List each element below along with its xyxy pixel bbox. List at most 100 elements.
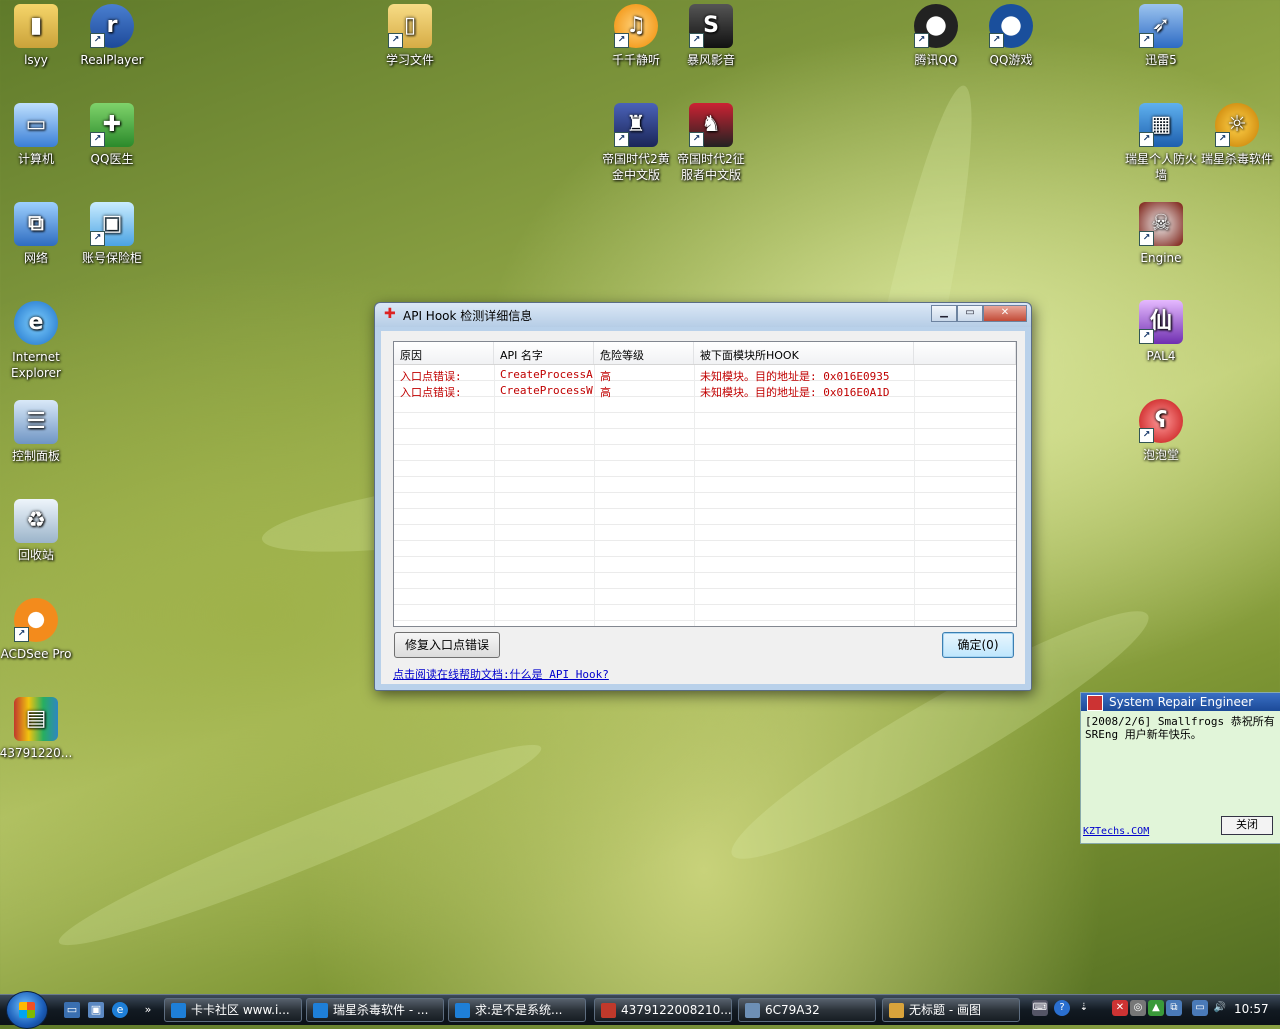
notification-link[interactable]: KZTechs.COM	[1083, 826, 1149, 837]
api-hook-dialog[interactable]: ✚ API Hook 检测详细信息 ▁ ▭ ✕ 原因 API 名字 危险等级 被…	[374, 302, 1032, 691]
eye-icon: ↗	[14, 598, 58, 642]
desktop-icon-lsyy[interactable]: ▮ lsyy	[0, 4, 74, 68]
tray-options-icon[interactable]: ⇣	[1076, 1000, 1092, 1016]
desktop-icon-study-files[interactable]: ▯ ↗ 学习文件	[372, 4, 448, 68]
close-button[interactable]: ✕	[983, 305, 1027, 322]
column-header-hooked-by[interactable]: 被下面模块所HOOK	[694, 342, 914, 364]
skull-icon: ☠ ↗	[1139, 202, 1183, 246]
bear-icon: ʕ ↗	[1139, 399, 1183, 443]
task-button[interactable]: 6C79A32	[738, 998, 876, 1022]
help-link[interactable]: 点击阅读在线帮助文档:什么是 API Hook?	[393, 666, 609, 682]
desktop-icon-qq[interactable]: ↗ 腾讯QQ	[898, 4, 974, 68]
column-header-api-name[interactable]: API 名字	[494, 342, 594, 364]
show-desktop-icon[interactable]: ▭	[64, 1002, 80, 1018]
minimize-button[interactable]: ▁	[931, 305, 957, 322]
desktop-icon-account-safe[interactable]: ▣ ↗ 账号保险柜	[74, 202, 150, 266]
helmet-icon: ♞ ↗	[689, 103, 733, 147]
desktop-icon-label: QQ医生	[90, 152, 134, 166]
desktop-icon-label: 瑞星杀毒软件	[1200, 152, 1273, 166]
desktop-icon-storm-player[interactable]: S ↗ 暴风影音	[673, 4, 749, 68]
task-button[interactable]: 瑞星杀毒软件 - ...	[306, 998, 444, 1022]
cell-reason: 入口点错误:	[400, 370, 462, 383]
firewall-tray-icon[interactable]: ▲	[1148, 1000, 1164, 1016]
bird-icon: ➶ ↗	[1139, 4, 1183, 48]
desktop-icon-computer[interactable]: ▭ 计算机	[0, 103, 74, 167]
shield-icon: ✚ ↗	[90, 103, 134, 147]
keyboard-icon[interactable]: ⌨	[1032, 1000, 1048, 1016]
desktop-icon-rising-firewall[interactable]: ▦ ↗ 瑞星个人防火墙	[1123, 103, 1199, 183]
dialog-titlebar[interactable]: ✚ API Hook 检测详细信息 ▁ ▭ ✕	[375, 303, 1031, 327]
start-button[interactable]	[6, 991, 48, 1029]
desktop-icon-aoe2-conquerors[interactable]: ♞ ↗ 帝国时代2征服者中文版	[673, 103, 749, 183]
desktop-icon-rising-antivirus[interactable]: ☼ ↗ 瑞星杀毒软件	[1199, 103, 1275, 167]
desktop-icon-label: QQ游戏	[989, 53, 1033, 67]
firewall-icon: ▦ ↗	[1139, 103, 1183, 147]
headphones-icon: ♫ ↗	[614, 4, 658, 48]
internet-explorer-icon	[171, 1003, 186, 1018]
desktop-icon-network[interactable]: ⧉ 网络	[0, 202, 74, 266]
task-button[interactable]: 卡卡社区 www.i...	[164, 998, 302, 1022]
column-header-risk[interactable]: 危险等级	[594, 342, 694, 364]
antivirus-tray-icon[interactable]: ◎	[1130, 1000, 1146, 1016]
desktop-icon-acdsee[interactable]: ↗ ACDSee Pro	[0, 598, 74, 662]
cell-risk: 高	[600, 370, 611, 383]
quicklaunch-overflow-icon[interactable]: »	[140, 1002, 156, 1018]
desktop-icon-label: ACDSee Pro	[0, 647, 72, 661]
desktop-icon-label: 控制面板	[11, 449, 60, 463]
desktop-icon-aoe2-gold[interactable]: ♜ ↗ 帝国时代2黄金中文版	[598, 103, 674, 183]
task-label: 卡卡社区 www.i...	[191, 1003, 290, 1017]
desktop-icon-recycle-bin[interactable]: ♻ 回收站	[0, 499, 74, 563]
help-icon[interactable]: ?	[1054, 1000, 1070, 1016]
dialog-client-area: 原因 API 名字 危险等级 被下面模块所HOOK 入口点错误: CreateP…	[381, 331, 1025, 684]
desktop-icon-label: 千千静听	[611, 53, 660, 67]
desktop-icon-pal4[interactable]: 仙 ↗ PAL4	[1123, 300, 1199, 364]
desktop-icon-ttplayer[interactable]: ♫ ↗ 千千静听	[598, 4, 674, 68]
recycle-bin-icon: ♻	[14, 499, 58, 543]
lion-icon: ☼ ↗	[1215, 103, 1259, 147]
notification-title: System Repair Engineer	[1109, 695, 1254, 709]
red-cross-icon: ✚	[384, 306, 396, 322]
maximize-button[interactable]: ▭	[957, 305, 983, 322]
winrar-icon	[601, 1003, 616, 1018]
notification-message: [2008/2/6] Smallfrogs 恭祝所有 SREng 用户新年快乐。	[1085, 715, 1275, 741]
task-button[interactable]: 无标题 - 画图	[882, 998, 1020, 1022]
desktop-icon-archive[interactable]: ▤ 43791220...	[0, 697, 74, 761]
ok-button[interactable]: 确定(0)	[942, 632, 1014, 658]
desktop-icon-ie[interactable]: e Internet Explorer	[0, 301, 74, 381]
desktop-icon-bnb[interactable]: ʕ ↗ 泡泡堂	[1123, 399, 1199, 463]
desktop-icon-label: 43791220...	[0, 746, 73, 760]
desktop-icon-qq-doctor[interactable]: ✚ ↗ QQ医生	[74, 103, 150, 167]
desktop-icon-engine[interactable]: ☠ ↗ Engine	[1123, 202, 1199, 266]
clock[interactable]: 10:57	[1234, 1002, 1269, 1016]
paint-icon	[889, 1003, 904, 1018]
desktop-icon-label: Internet Explorer	[11, 350, 61, 380]
task-button[interactable]: 4379122008210...	[594, 998, 732, 1022]
volume-icon[interactable]: 🔊	[1212, 1000, 1228, 1016]
desktop-icon-thunder[interactable]: ➶ ↗ 迅雷5	[1123, 4, 1199, 68]
list-header: 原因 API 名字 危险等级 被下面模块所HOOK	[394, 342, 1016, 365]
desktop-icon-control-panel[interactable]: ☰ 控制面板	[0, 400, 74, 464]
computer-tray-icon[interactable]: ▭	[1192, 1000, 1208, 1016]
desktop-icon-qq-game[interactable]: ↗ QQ游戏	[973, 4, 1049, 68]
task-button[interactable]: 求:是不是系统...	[448, 998, 586, 1022]
task-label: 4379122008210...	[621, 1003, 732, 1017]
desktop-icon-realplayer[interactable]: r ↗ RealPlayer	[74, 4, 150, 68]
desktop-icon-label: 暴风影音	[686, 53, 735, 67]
folder-icon: ▮	[14, 4, 58, 48]
column-header-reason[interactable]: 原因	[394, 342, 494, 364]
table-row[interactable]: 入口点错误: CreateProcessA 高 未知模块。目的地址是: 0x01…	[394, 367, 1016, 383]
fix-entry-point-button[interactable]: 修复入口点错误	[394, 632, 500, 658]
network-tray-icon[interactable]: ⧉	[1166, 1000, 1182, 1016]
internet-explorer-icon[interactable]: e	[112, 1002, 128, 1018]
desktop-icon-label: 账号保险柜	[81, 251, 142, 265]
cell-risk: 高	[600, 386, 611, 399]
hook-list[interactable]: 原因 API 名字 危险等级 被下面模块所HOOK 入口点错误: CreateP…	[393, 341, 1017, 627]
notification-close-button[interactable]: 关闭	[1221, 816, 1273, 835]
cell-api-name: CreateProcessA	[500, 368, 593, 381]
table-row[interactable]: 入口点错误: CreateProcessW 高 未知模块。目的地址是: 0x01…	[394, 383, 1016, 399]
switch-windows-icon[interactable]: ▣	[88, 1002, 104, 1018]
security-alert-icon[interactable]: ✕	[1112, 1000, 1128, 1016]
cell-api-name: CreateProcessW	[500, 384, 593, 397]
column-header-extra[interactable]	[914, 342, 1016, 364]
folder-icon: ▯ ↗	[388, 4, 432, 48]
